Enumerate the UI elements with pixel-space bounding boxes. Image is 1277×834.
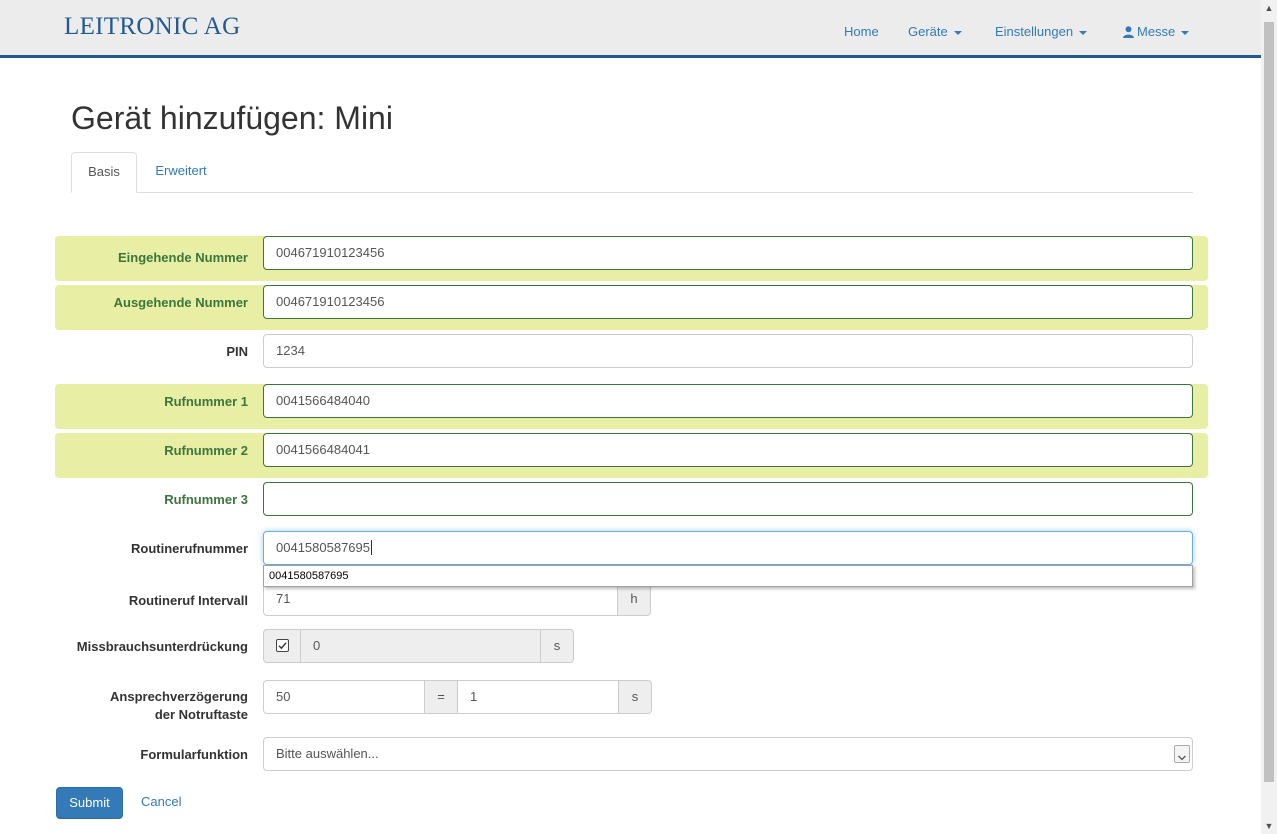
checkbox-checked-icon xyxy=(275,639,289,652)
nav-home[interactable]: Home xyxy=(844,24,879,39)
page-scrollbar[interactable]: ▲ ▼ xyxy=(1261,0,1277,834)
submit-button[interactable]: Submit xyxy=(56,787,123,819)
top-navbar: LEITRONIC AG Home Geräte Einstellungen M… xyxy=(0,0,1261,58)
form-function-placeholder: Bitte auswählen... xyxy=(276,746,379,761)
page-title: Gerät hinzufügen: Mini xyxy=(71,100,393,136)
form-function-label: Formularfunktion xyxy=(140,747,248,762)
form-row-abuse: Missbrauchsunterdrückung 0 s xyxy=(55,629,1208,663)
nav-settings-dropdown[interactable]: Einstellungen xyxy=(995,24,1088,39)
chevron-down-icon xyxy=(1174,745,1190,763)
user-icon xyxy=(1123,26,1134,41)
phone1-input[interactable]: 0041566484040 xyxy=(263,384,1193,418)
caret-down-icon xyxy=(953,30,962,35)
incoming-number-input[interactable]: 004671910123456 xyxy=(263,236,1193,270)
routine-interval-input[interactable]: 71 xyxy=(263,582,618,616)
phone2-input[interactable]: 0041566484041 xyxy=(263,433,1193,467)
nav-devices-dropdown[interactable]: Geräte xyxy=(908,24,962,39)
response-delay-label-line1: Ansprechverzögerung xyxy=(110,689,248,704)
nav-devices-label: Geräte xyxy=(908,24,948,39)
form-row-pin: PIN 1234 xyxy=(55,334,1208,379)
response-delay-seconds-input[interactable]: 1 xyxy=(457,680,619,714)
tab-basis[interactable]: Basis xyxy=(71,152,137,193)
form-row-incoming: Eingehende Nummer 004671910123456 xyxy=(55,236,1208,281)
outgoing-number-input[interactable]: 004671910123456 xyxy=(263,285,1193,319)
response-delay-label-line2: der Notruftaste xyxy=(154,707,248,722)
pin-label: PIN xyxy=(226,344,248,359)
form-row-outgoing: Ausgehende Nummer 004671910123456 xyxy=(55,285,1208,330)
hours-unit-addon: h xyxy=(617,582,651,616)
routine-number-label: Routinerufnummer xyxy=(131,541,248,556)
scroll-down-icon[interactable]: ▼ xyxy=(1261,818,1277,834)
nav-user-label: Messe xyxy=(1137,24,1176,39)
scroll-thumb[interactable] xyxy=(1264,22,1274,782)
cancel-link[interactable]: Cancel xyxy=(141,787,181,819)
scroll-up-icon[interactable]: ▲ xyxy=(1261,0,1277,16)
caret-down-icon xyxy=(1079,30,1088,35)
form-row-phone2: Rufnummer 2 0041566484041 xyxy=(55,433,1208,478)
nav-user-dropdown[interactable]: Messe xyxy=(1123,24,1190,41)
form-row-phone3: Rufnummer 3 xyxy=(55,482,1208,527)
tabs-divider xyxy=(71,192,1193,193)
abuse-suppression-label: Missbrauchsunterdrückung xyxy=(76,639,248,654)
routine-number-value: 0041580587695 xyxy=(276,540,370,555)
equals-addon: = xyxy=(424,680,458,714)
form-row-routine-interval: Routineruf Intervall 71 h xyxy=(55,582,1208,616)
nav-settings-label: Einstellungen xyxy=(995,24,1074,39)
brand-logo[interactable]: LEITRONIC AG xyxy=(64,13,241,41)
outgoing-number-label: Ausgehende Nummer xyxy=(113,295,248,310)
phone1-label: Rufnummer 1 xyxy=(164,394,248,409)
response-delay-label: Ansprechverzögerung der Notruftaste xyxy=(110,688,248,724)
abuse-checkbox[interactable] xyxy=(263,629,301,663)
caret-down-icon xyxy=(1181,30,1190,35)
phone3-input[interactable] xyxy=(263,482,1193,516)
incoming-number-label: Eingehende Nummer xyxy=(117,250,248,265)
text-cursor xyxy=(371,540,372,555)
tab-erweitert[interactable]: Erweitert xyxy=(140,152,222,192)
phone3-label: Rufnummer 3 xyxy=(164,492,248,507)
form-function-select[interactable]: Bitte auswählen... xyxy=(263,737,1193,771)
form-row-phone1: Rufnummer 1 0041566484040 xyxy=(55,384,1208,429)
routine-interval-label: Routineruf Intervall xyxy=(128,593,248,608)
seconds-unit-addon: s xyxy=(618,680,652,714)
routine-number-input[interactable]: 0041580587695 xyxy=(263,531,1193,565)
form-row-form-function: Formularfunktion Bitte auswählen... xyxy=(55,737,1208,771)
response-delay-input[interactable]: 50 xyxy=(263,680,425,714)
autocomplete-suggestion[interactable]: 0041580587695 xyxy=(263,565,1193,587)
phone2-label: Rufnummer 2 xyxy=(164,443,248,458)
seconds-unit-addon: s xyxy=(540,629,574,663)
pin-input[interactable]: 1234 xyxy=(263,334,1193,368)
form-row-response-delay: Ansprechverzögerung der Notruftaste 50 = … xyxy=(55,678,1208,722)
abuse-suppression-input[interactable]: 0 xyxy=(300,629,541,663)
